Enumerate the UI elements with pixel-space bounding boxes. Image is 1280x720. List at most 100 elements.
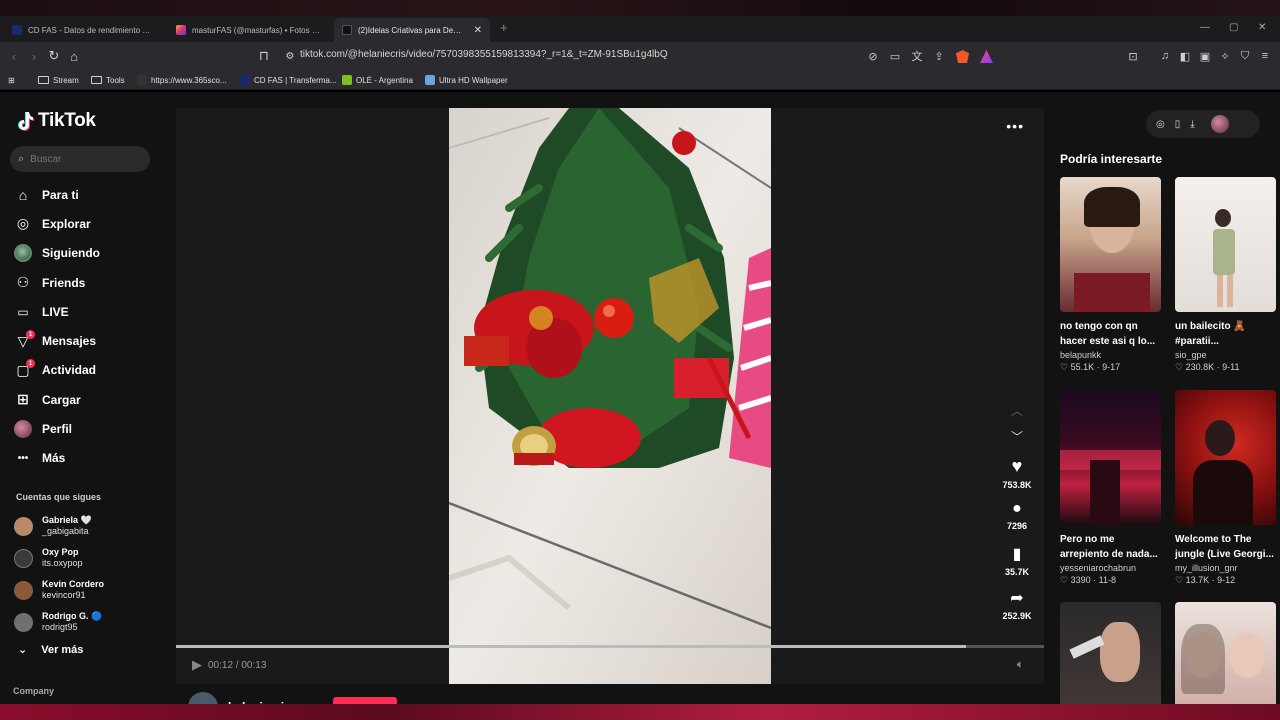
sidebar-item-friends[interactable]: ⚇ Friends (14, 268, 100, 297)
video-caption: Welcome to The jungle (Live Georgi... (1175, 534, 1274, 560)
next-video-button[interactable]: ﹀ (992, 428, 1042, 445)
menu-icon[interactable]: ≡ (1258, 49, 1272, 63)
bookmark-ole[interactable]: OLÉ - Argentina (342, 73, 413, 87)
bookmark-wallpaper[interactable]: Ultra HD Wallpaper (425, 73, 508, 87)
sidebar-item-perfil[interactable]: Perfil (14, 414, 100, 443)
url-field[interactable]: tiktok.com/@helaniecris/video/7570398355… (300, 49, 668, 60)
progress-fill (176, 645, 966, 648)
close-tab-icon[interactable]: ✕ (474, 25, 482, 36)
like-button[interactable]: ♥ 753.8K (992, 456, 1042, 490)
sidebar-item-cargar[interactable]: ⊞ Cargar (14, 385, 100, 414)
search-box[interactable]: ⌕ (10, 146, 150, 172)
bookmark-label: Stream (53, 75, 79, 85)
maximize-icon[interactable]: ▢ (1229, 22, 1238, 33)
reload-icon[interactable]: ↻ (46, 48, 62, 64)
sidebar-item-para-ti[interactable]: ⌂ Para ti (14, 180, 100, 209)
video-stats: ♡ 13.7K · 9-12 (1175, 575, 1236, 585)
video-frame[interactable] (449, 108, 771, 684)
sidebar-item-mas[interactable]: ••• Más (14, 444, 100, 473)
bookmark-label: Ultra HD Wallpaper (439, 75, 508, 85)
home-browser-icon[interactable]: ⌂ (66, 48, 82, 64)
recommended-video-card[interactable] (1060, 602, 1161, 720)
folder-icon (91, 76, 102, 84)
sidebar-item-live[interactable]: ▭ LIVE (14, 297, 100, 326)
prev-video-button[interactable]: ︿ (992, 402, 1042, 419)
more-options-icon[interactable]: ••• (1006, 118, 1024, 134)
close-window-icon[interactable]: ✕ (1258, 22, 1266, 33)
site-info-icon[interactable]: ⚙ (282, 48, 298, 64)
save-count: 35.7K (1004, 567, 1030, 577)
site-favicon-icon (342, 75, 352, 85)
sidebar-nav: ⌂ Para ti ◎ Explorar Siguiendo ⚇ Friends… (14, 180, 100, 473)
media-icon[interactable]: ♫ (1158, 49, 1172, 63)
brave-rewards-icon[interactable] (980, 50, 993, 63)
share-icon: ➦ (1010, 590, 1024, 607)
sidebar-item-actividad[interactable]: ▢ 1 Actividad (14, 356, 100, 385)
no-camera-icon[interactable]: ⊘ (866, 49, 880, 63)
comment-button[interactable]: ● 7296 (992, 500, 1042, 531)
leo-ai-icon[interactable]: ✧ (1218, 49, 1232, 63)
bookmark-stream[interactable]: Stream (38, 73, 79, 87)
recommended-video-card[interactable] (1175, 602, 1276, 720)
tab-instagram[interactable]: masturFAS (@masturfas) • Fotos y vi (168, 18, 328, 42)
sidebar-item-mensajes[interactable]: ▽ 1 Mensajes (14, 326, 100, 355)
profile-avatar[interactable] (1210, 115, 1229, 133)
back-icon[interactable]: ‹ (6, 48, 22, 64)
tiktok-logo[interactable]: TikTok (16, 110, 96, 132)
following-account[interactable]: Rodrigo G. 🔵 rodrigt95 (14, 606, 104, 638)
translate-icon[interactable]: 文 (910, 49, 924, 63)
sidebar-item-siguiendo[interactable]: Siguiendo (14, 239, 100, 268)
tab-title: (2)Ideias Criativas para Decoraçã (358, 25, 464, 35)
see-more-button[interactable]: ⌄ Ver más (18, 643, 83, 657)
share-button[interactable]: ➦ 252.9K (992, 588, 1042, 621)
new-tab-button[interactable]: + (500, 20, 508, 35)
coins-icon[interactable]: ◎ (1156, 119, 1165, 130)
reader-icon[interactable]: ◧ (1178, 49, 1192, 63)
minimize-icon[interactable]: — (1200, 22, 1210, 33)
recommended-video-card[interactable]: Welcome to The jungle (Live Georgi... my… (1175, 390, 1276, 586)
like-count: 753.8K (1002, 480, 1032, 490)
following-account[interactable]: Kevin Cordero kevincor91 (14, 574, 104, 606)
mobile-app-icon[interactable]: ▯ (1175, 119, 1181, 130)
search-input[interactable] (30, 153, 131, 165)
sidebar-item-explorar[interactable]: ◎ Explorar (14, 209, 100, 238)
brave-shields-icon[interactable] (956, 50, 969, 63)
following-account[interactable]: Oxy Pop its.oxypop (14, 542, 104, 574)
forward-icon[interactable]: › (26, 48, 42, 64)
recommended-video-card[interactable]: un bailecito 🧸 #paratii... sio_gpe ♡ 230… (1175, 177, 1276, 373)
share-page-icon[interactable]: ⇪ (932, 49, 946, 63)
account-handle: _gabigabita (42, 526, 89, 536)
sidebar-toggle-icon[interactable]: ⊡ (1126, 49, 1140, 63)
bookmark-page-icon[interactable]: ⊓ (256, 48, 272, 64)
upload-icon: ⊞ (17, 391, 29, 408)
video-caption: no tengo con qn hacer este asi q lo... (1060, 321, 1156, 347)
time-readout: 00:12 / 00:13 (208, 659, 267, 671)
company-link[interactable]: Company (13, 686, 54, 696)
tiktok-favicon-icon (342, 25, 352, 35)
profile-avatar-icon (14, 420, 32, 439)
volume-icon[interactable]: 🔈︎ (1017, 657, 1024, 672)
sidebar-item-label: LIVE (42, 304, 69, 319)
tab-tiktok-active[interactable]: (2)Ideias Criativas para Decoraçã ✕ (334, 18, 490, 42)
play-icon[interactable]: ▶ (192, 657, 202, 673)
live-icon: ▭ (17, 304, 29, 319)
save-button[interactable]: ▮ 35.7K (992, 544, 1042, 577)
bookmark-tools[interactable]: Tools (91, 73, 125, 87)
tab-cdfas[interactable]: CD FAS - Datos de rendimiento del e (4, 18, 162, 42)
apps-grid-icon[interactable]: ⊞ (8, 73, 15, 87)
vpn-icon[interactable]: ⛉ (1238, 49, 1252, 63)
sidebar-item-label: Para ti (42, 187, 79, 202)
recommended-video-card[interactable]: no tengo con qn hacer este asi q lo... b… (1060, 177, 1161, 373)
bookmark-365scores[interactable]: https://www.365sco... (137, 73, 227, 87)
bookmark-icon: ▮ (1012, 546, 1022, 563)
bookmark-cdfas[interactable]: CD FAS | Transferma... (240, 73, 337, 87)
wallet-icon[interactable]: ▣ (1198, 49, 1212, 63)
cast-icon[interactable]: ▭ (888, 49, 902, 63)
tiktok-page: TikTok ⌕ ⌂ Para ti ◎ Explorar Siguiendo … (0, 92, 1280, 720)
following-account[interactable]: Gabriela 🤍 _gabigabita (14, 510, 104, 542)
recommended-video-card[interactable]: Pero no me arrepiento de nada... yesseni… (1060, 390, 1161, 586)
video-player[interactable]: ••• ︿ ﹀ ♥ 753.8K ● 7296 ▮ 35.7K ➦ 252.9K… (176, 108, 1044, 684)
download-icon[interactable]: ⤓ (1190, 119, 1194, 130)
video-progress-bar[interactable] (176, 645, 1044, 648)
video-thumbnail (1060, 177, 1161, 312)
